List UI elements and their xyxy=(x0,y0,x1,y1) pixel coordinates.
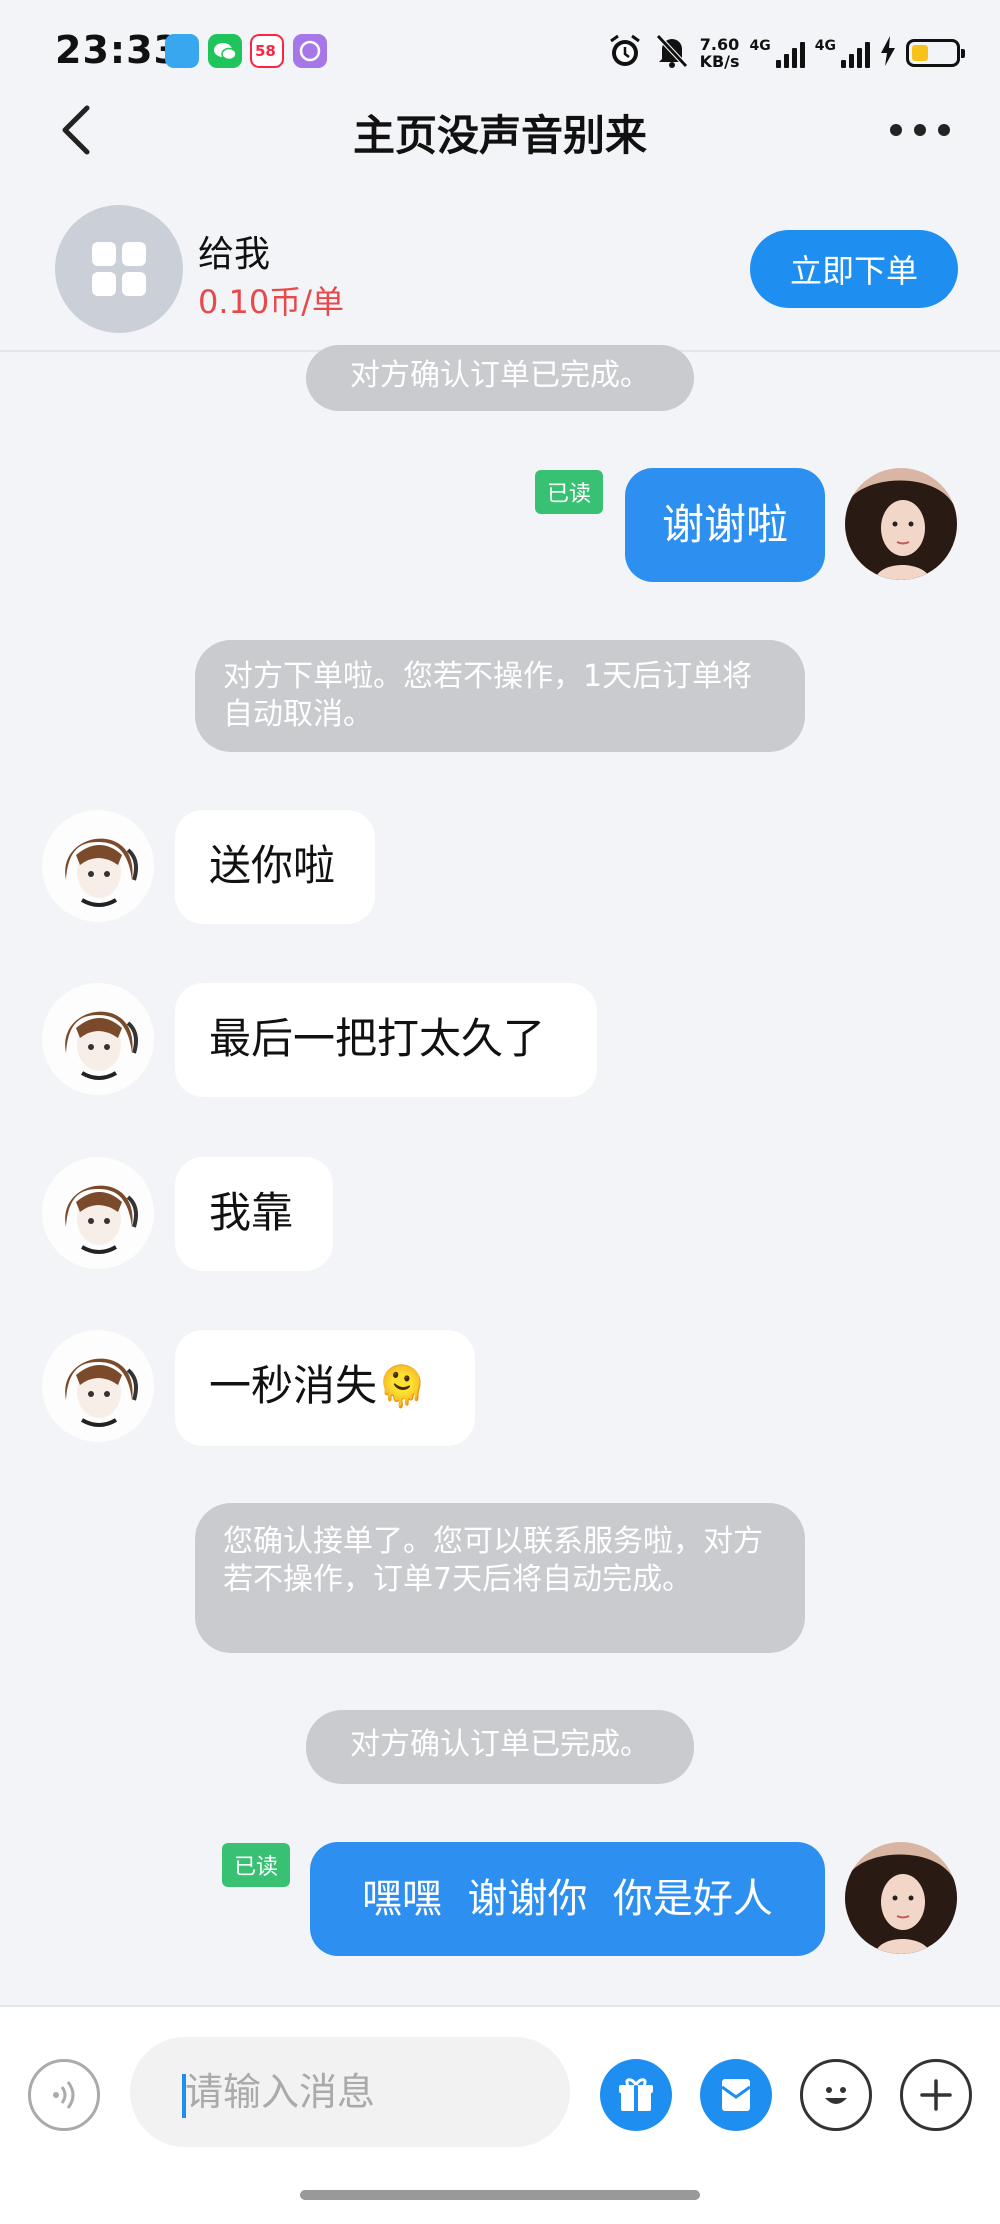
voice-icon xyxy=(53,2081,75,2109)
purple-app-icon xyxy=(293,34,327,68)
incoming-message[interactable]: 一秒消失🫠 xyxy=(175,1330,475,1446)
wechat-icon xyxy=(208,34,242,68)
text-caret xyxy=(182,2074,186,2118)
read-badge: 已读 xyxy=(535,470,604,514)
svg-text:58: 58 xyxy=(255,42,276,60)
page-title: 主页没声音别来 xyxy=(352,111,647,160)
net-speed: 7.60 KB/s xyxy=(699,35,740,71)
system-message: 对方下单啦。您若不操作，1天后订单将自动取消。 xyxy=(195,640,805,752)
charging-icon xyxy=(880,36,896,70)
home-indicator[interactable] xyxy=(300,2190,700,2200)
signal-1-icon: 4G xyxy=(750,38,805,68)
system-message: 您确认接单了。您可以联系服务啦，对方若不操作，订单7天后将自动完成。 xyxy=(195,1503,805,1653)
outgoing-message[interactable]: 嘿嘿 谢谢你 你是好人 xyxy=(310,1842,825,1956)
peer-avatar[interactable] xyxy=(42,810,154,922)
service-grid-icon xyxy=(55,205,183,333)
incoming-message[interactable]: 最后一把打太久了 xyxy=(175,983,597,1097)
system-message: 对方确认订单已完成。 xyxy=(0,345,1000,411)
incoming-message[interactable]: 我靠 xyxy=(175,1157,333,1271)
status-time: 23:33 xyxy=(55,28,181,72)
system-message: 对方确认订单已完成。 xyxy=(0,1710,1000,1784)
red-packet-icon xyxy=(721,2079,751,2111)
peer-avatar[interactable] xyxy=(42,983,154,1095)
signal-2-icon: 4G xyxy=(815,38,870,68)
emoji-button[interactable] xyxy=(800,2059,872,2131)
melting-face-emoji: 🫠 xyxy=(377,1364,427,1410)
service-card: 给我 0.10币/单 立即下单 xyxy=(0,195,1000,352)
plus-icon xyxy=(920,2079,952,2111)
plus-button[interactable] xyxy=(900,2059,972,2131)
service-name: 给我 xyxy=(198,234,271,275)
assistant-app-icon xyxy=(165,34,199,68)
peer-avatar[interactable] xyxy=(42,1330,154,1442)
read-badge: 已读 xyxy=(222,1843,291,1887)
status-bar: 23:33 58 7.60 KB/s 4G 4G xyxy=(0,0,1000,105)
emoji-icon xyxy=(825,2087,847,2104)
my-avatar[interactable] xyxy=(845,468,957,580)
58-app-icon: 58 xyxy=(250,34,284,68)
gift-button[interactable] xyxy=(600,2059,672,2131)
alarm-icon xyxy=(606,32,644,74)
order-now-button[interactable]: 立即下单 xyxy=(750,230,958,308)
status-right: 7.60 KB/s 4G 4G xyxy=(606,28,965,78)
red-packet-button[interactable] xyxy=(700,2059,772,2131)
my-avatar[interactable] xyxy=(845,1842,957,1954)
gift-icon xyxy=(619,2078,653,2111)
more-button[interactable] xyxy=(885,110,955,150)
service-price: 0.10币/单 xyxy=(198,283,345,321)
outgoing-message[interactable]: 谢谢啦 xyxy=(625,468,825,582)
voice-button[interactable] xyxy=(28,2059,100,2131)
battery-icon xyxy=(906,39,965,67)
message-input[interactable] xyxy=(130,2037,570,2147)
incoming-message[interactable]: 送你啦 xyxy=(175,810,375,924)
mute-icon xyxy=(654,32,690,74)
peer-avatar[interactable] xyxy=(42,1157,154,1269)
